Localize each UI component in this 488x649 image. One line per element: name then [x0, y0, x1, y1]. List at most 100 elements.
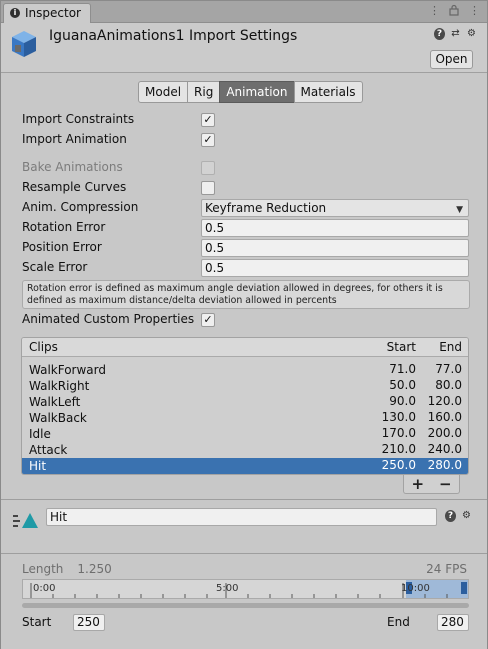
clip-name: Attack — [29, 443, 68, 457]
tab-inspector-label: Inspector — [25, 6, 81, 20]
resample-curves-row: Resample Curves — [22, 179, 470, 197]
import-constraints-checkbox[interactable]: ✓ — [201, 113, 215, 127]
clip-row[interactable]: WalkRight 50.0 80.0 — [22, 378, 468, 394]
animated-custom-properties-row: Animated Custom Properties ✓ — [22, 311, 470, 329]
remove-clip-button[interactable]: − — [432, 475, 460, 493]
clip-end: 240.0 — [427, 442, 462, 456]
clip-header-icons: ? ⚙ — [445, 510, 472, 522]
inspector-window: i Inspector ⋮ ⋮ IguanaAnimations1 Import… — [0, 0, 488, 649]
section-tabs: Model Rig Animation Materials — [138, 81, 363, 103]
clip-end: 77.0 — [435, 362, 462, 376]
position-error-row: Position Error 0.5 — [22, 239, 470, 257]
help-icon[interactable]: ? — [434, 28, 445, 40]
anim-compression-label: Anim. Compression — [22, 200, 139, 214]
menu-icon[interactable]: ⋮ — [469, 4, 480, 18]
scale-error-row: Scale Error 0.5 — [22, 259, 470, 277]
fps-readout: 24 FPS — [426, 562, 467, 576]
import-animation-row: Import Animation ✓ — [22, 131, 470, 149]
timeline-label-mid: 5:00 — [216, 583, 239, 594]
import-constraints-row: Import Constraints ✓ — [22, 111, 470, 129]
clip-row[interactable]: Attack 210.0 240.0 — [22, 442, 468, 458]
clip-timeline[interactable]: 0:00 5:00 10:00 — [22, 579, 469, 599]
import-animation-checkbox[interactable]: ✓ — [201, 133, 215, 147]
clip-end: 280.0 — [427, 458, 462, 472]
rotation-error-label: Rotation Error — [22, 220, 106, 234]
clip-row-selected[interactable]: Hit 250.0 280.0 — [22, 458, 468, 474]
animation-clip-icon — [13, 513, 38, 528]
timeline-scrollbar[interactable] — [22, 603, 469, 608]
tab-rig[interactable]: Rig — [187, 81, 221, 103]
help-icon[interactable]: ? — [445, 510, 456, 522]
page-title: IguanaAnimations1 Import Settings — [49, 28, 298, 44]
clip-start: 210.0 — [381, 442, 416, 456]
lock-icon[interactable] — [449, 4, 459, 18]
clips-list: Clips Start End WalkForward 71.0 77.0 Wa… — [21, 337, 469, 475]
settings-icon[interactable]: ⚙ — [461, 510, 472, 522]
open-button[interactable]: Open — [430, 50, 473, 69]
rotation-error-row: Rotation Error 0.5 — [22, 219, 470, 237]
clip-end: 80.0 — [435, 378, 462, 392]
clips-column-start: Start — [386, 340, 416, 354]
import-settings-header: IguanaAnimations1 Import Settings ? ⇄ ⚙ … — [1, 23, 487, 73]
anim-compression-dropdown[interactable]: Keyframe Reduction ▼ — [201, 199, 469, 217]
clip-start: 50.0 — [389, 378, 416, 392]
bake-animations-label: Bake Animations — [22, 160, 123, 174]
clips-header: Clips Start End — [22, 338, 468, 357]
start-label: Start — [22, 615, 52, 629]
animated-custom-properties-label: Animated Custom Properties — [22, 312, 195, 326]
end-field[interactable]: 280 — [437, 614, 469, 631]
clip-start: 250.0 — [381, 458, 416, 472]
clip-end: 200.0 — [427, 426, 462, 440]
scale-error-field[interactable]: 0.5 — [201, 259, 469, 277]
more-icon[interactable]: ⋮ — [429, 4, 440, 18]
clip-name: WalkBack — [29, 411, 87, 425]
position-error-label: Position Error — [22, 240, 102, 254]
bake-animations-row: Bake Animations — [22, 159, 470, 177]
clip-row[interactable]: Idle 170.0 200.0 — [22, 426, 468, 442]
timeline-label-start: 0:00 — [33, 583, 56, 594]
presets-icon[interactable]: ⇄ — [450, 28, 461, 40]
start-field[interactable]: 250 — [73, 614, 105, 631]
tab-materials[interactable]: Materials — [293, 81, 363, 103]
timeline-label-end: 10:00 — [401, 583, 430, 594]
clip-row[interactable]: WalkLeft 90.0 120.0 — [22, 394, 468, 410]
clip-name: WalkRight — [29, 379, 90, 393]
scale-error-label: Scale Error — [22, 260, 88, 274]
clip-row[interactable]: WalkForward 71.0 77.0 — [22, 362, 468, 378]
tab-inspector[interactable]: i Inspector — [3, 3, 91, 23]
animated-custom-properties-checkbox[interactable]: ✓ — [201, 313, 215, 327]
tab-model[interactable]: Model — [138, 81, 189, 103]
import-constraints-label: Import Constraints — [22, 112, 135, 126]
add-clip-button[interactable]: + — [404, 475, 432, 493]
clip-name: Hit — [29, 459, 47, 473]
clips-column-end: End — [439, 340, 462, 354]
clip-name: WalkLeft — [29, 395, 81, 409]
length-readout: Length 1.250 — [22, 562, 112, 576]
import-animation-label: Import Animation — [22, 132, 127, 146]
rotation-error-field[interactable]: 0.5 — [201, 219, 469, 237]
clip-name-field[interactable]: Hit — [46, 508, 437, 526]
anim-compression-row: Anim. Compression Keyframe Reduction ▼ — [22, 199, 470, 217]
help-text-line1: Rotation error is defined as maximum ang… — [27, 283, 443, 294]
clip-end: 120.0 — [427, 394, 462, 408]
error-help-box: Rotation error is defined as maximum ang… — [22, 280, 470, 309]
clip-start: 90.0 — [389, 394, 416, 408]
chevron-down-icon: ▼ — [456, 205, 463, 215]
tab-bar: i Inspector ⋮ ⋮ — [1, 1, 487, 23]
clip-name: WalkForward — [29, 363, 106, 377]
tab-animation[interactable]: Animation — [219, 81, 295, 103]
settings-icon[interactable]: ⚙ — [466, 28, 477, 40]
clip-start: 170.0 — [381, 426, 416, 440]
divider — [1, 499, 487, 500]
resample-curves-label: Resample Curves — [22, 180, 127, 194]
length-value: 1.250 — [77, 562, 112, 576]
position-error-field[interactable]: 0.5 — [201, 239, 469, 257]
info-icon: i — [10, 8, 20, 18]
tab-tools: ⋮ ⋮ — [429, 4, 480, 18]
model-asset-icon — [12, 31, 36, 57]
resample-curves-checkbox[interactable] — [201, 181, 215, 195]
clips-column-name: Clips — [29, 340, 58, 354]
clip-row[interactable]: WalkBack 130.0 160.0 — [22, 410, 468, 426]
clip-end: 160.0 — [427, 410, 462, 424]
help-text-line2: defined as maximum distance/delta deviat… — [27, 295, 337, 306]
